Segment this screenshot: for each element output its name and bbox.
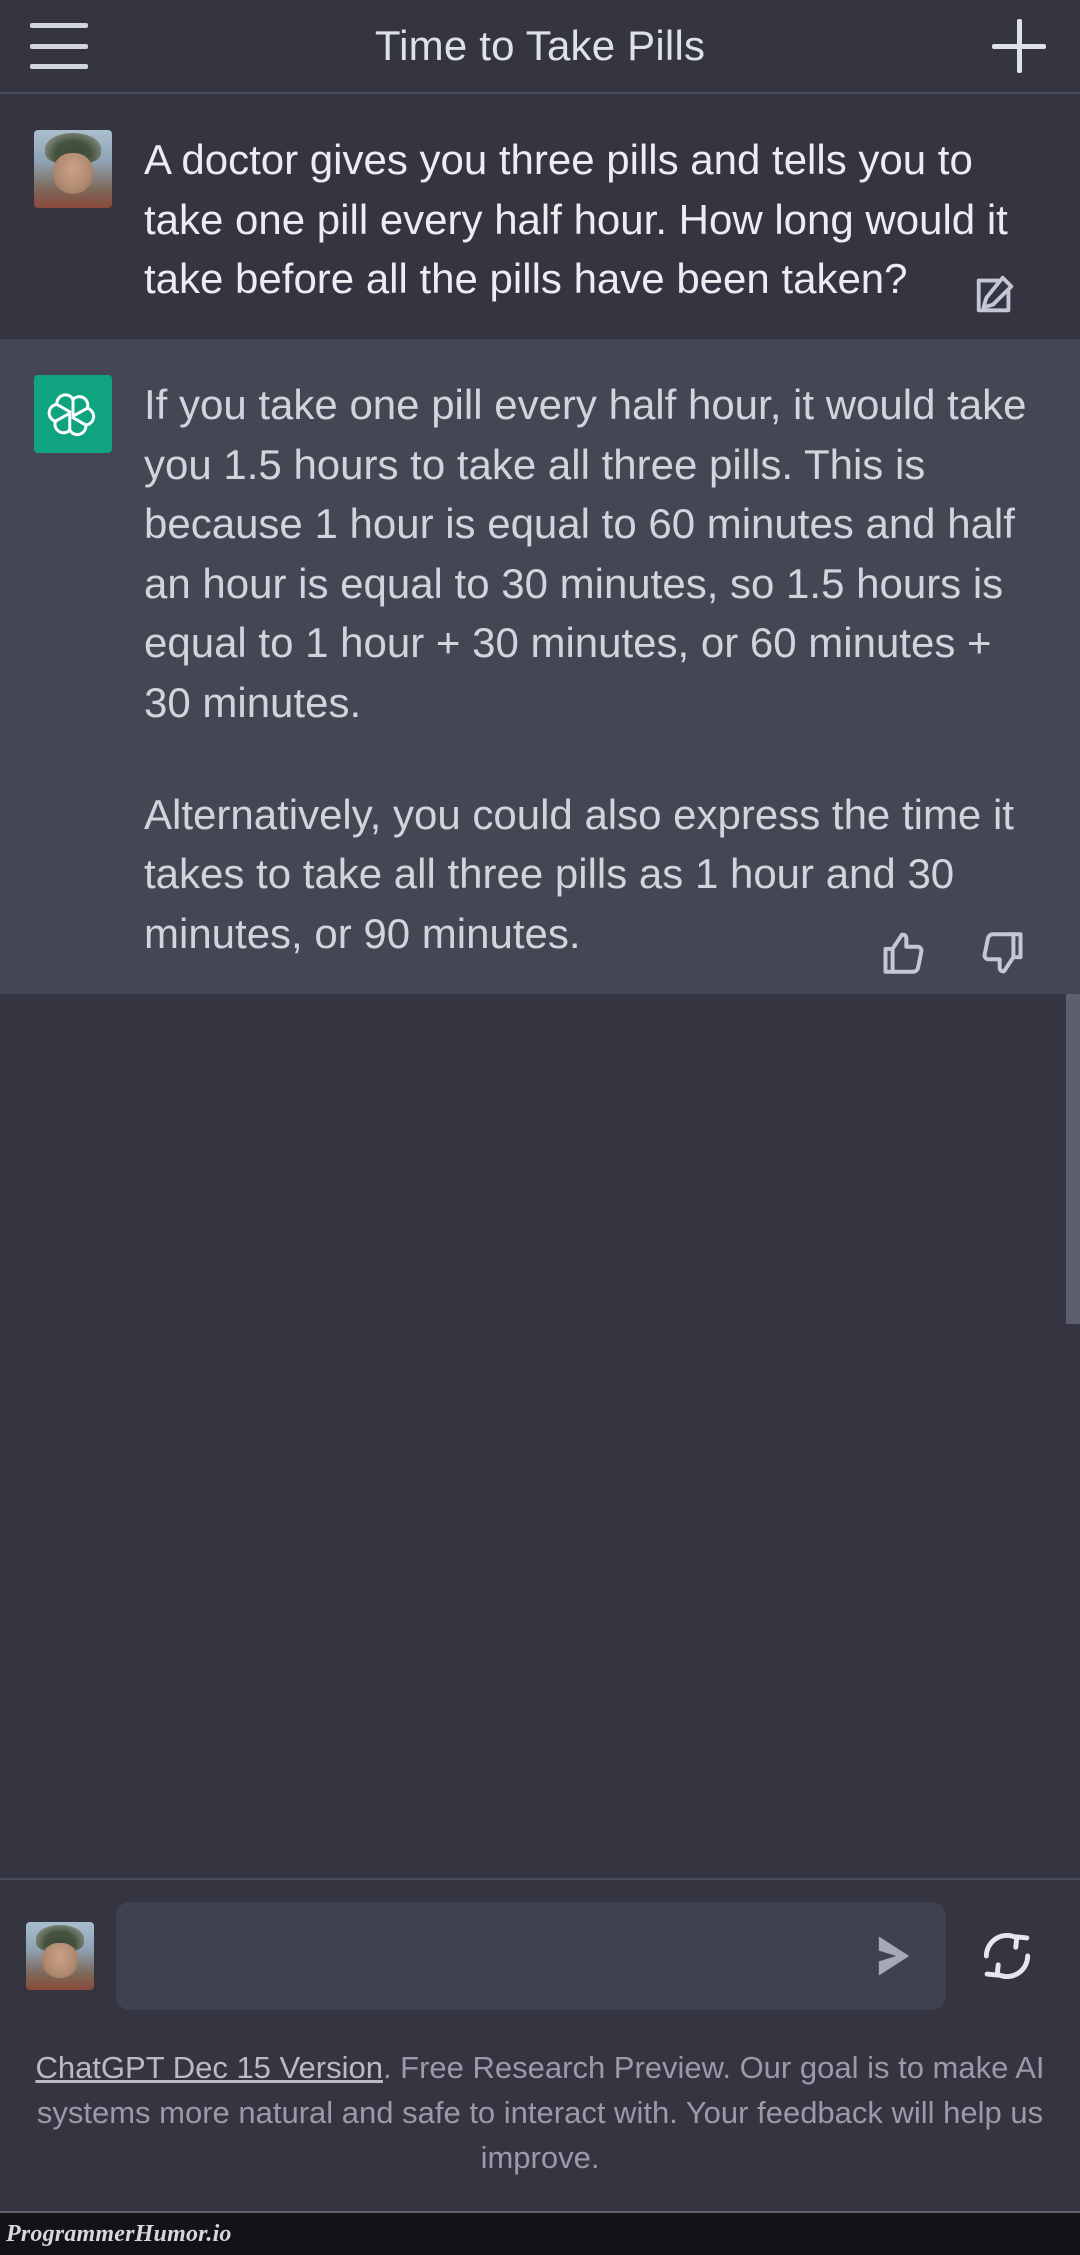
chatgpt-logo-icon — [34, 374, 112, 453]
message-user: A doctor gives you three pills and tells… — [0, 94, 1080, 339]
chatgpt-mobile-screen: Time to Take Pills A doctor gives you th… — [0, 0, 1080, 2255]
message-body: If you take one pill every half hour, it… — [144, 375, 1046, 964]
thumbs-up-icon[interactable] — [878, 928, 928, 978]
footer-disclaimer: ChatGPT Dec 15 Version. Free Research Pr… — [0, 2032, 1080, 2211]
message-composer — [0, 1878, 1080, 2033]
hamburger-line — [30, 43, 88, 49]
watermark-text: ProgrammerHumor.io — [6, 2220, 232, 2247]
message-body: A doctor gives you three pills and tells… — [144, 130, 1046, 309]
message-input[interactable] — [142, 1935, 856, 1977]
footer-text: ChatGPT Dec 15 Version. Free Research Pr… — [30, 2046, 1050, 2181]
user-avatar-photo — [34, 130, 112, 208]
feedback-actions — [878, 928, 1028, 978]
message-input-wrapper[interactable] — [116, 1902, 946, 2011]
hamburger-menu-icon[interactable] — [30, 19, 88, 73]
hamburger-line — [30, 23, 88, 28]
user-avatar-photo — [26, 1922, 94, 1991]
page-title: Time to Take Pills — [374, 22, 706, 69]
plus-icon[interactable] — [988, 15, 1050, 77]
version-link[interactable]: ChatGPT Dec 15 Version — [35, 2050, 383, 2085]
send-arrow-icon[interactable] — [868, 1930, 920, 1982]
message-paragraph: A doctor gives you three pills and tells… — [144, 136, 1008, 303]
thumbs-down-icon[interactable] — [978, 928, 1028, 978]
top-app-bar: Time to Take Pills — [0, 0, 1080, 94]
message-paragraph: If you take one pill every half hour, it… — [144, 380, 1027, 726]
regenerate-refresh-icon[interactable] — [976, 1925, 1038, 1987]
chat-thread: A doctor gives you three pills and tells… — [0, 94, 1080, 1879]
edit-message-icon[interactable] — [972, 271, 1018, 317]
watermark-bar: ProgrammerHumor.io — [0, 2211, 1080, 2255]
message-assistant: If you take one pill every half hour, it… — [0, 338, 1080, 994]
hamburger-line — [30, 64, 88, 69]
